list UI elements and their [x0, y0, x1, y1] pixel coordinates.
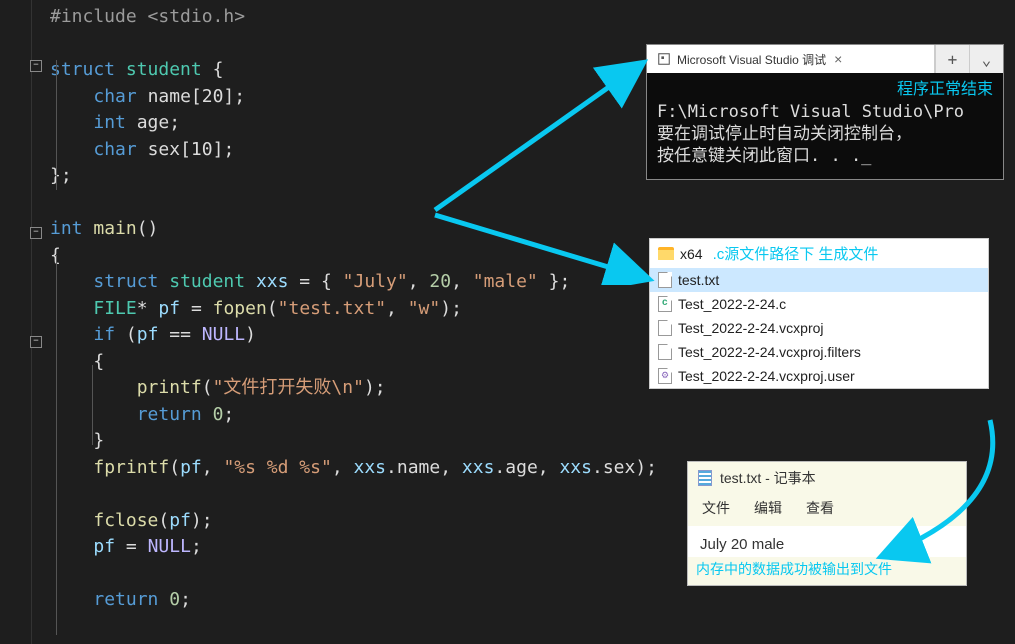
- console-tab[interactable]: Microsoft Visual Studio 调试 ×: [647, 45, 935, 73]
- file-row[interactable]: Test_2022-2-24.vcxproj.user: [650, 364, 988, 388]
- folder-name: x64: [680, 246, 703, 262]
- notepad-menubar: 文件 编辑 查看: [688, 494, 966, 526]
- gutter: [0, 0, 32, 644]
- menu-edit[interactable]: 编辑: [754, 498, 782, 518]
- console-output: 程序正常结束 F:\Microsoft Visual Studio\Pro 要在…: [647, 73, 1003, 179]
- menu-view[interactable]: 查看: [806, 498, 834, 518]
- file-icon: [658, 320, 672, 336]
- fold-icon[interactable]: −: [30, 227, 42, 239]
- file-row[interactable]: test.txt: [650, 268, 988, 292]
- file-icon: [658, 272, 672, 288]
- file-name: Test_2022-2-24.vcxproj.user: [678, 368, 855, 384]
- file-explorer: x64 .c源文件路径下 生成文件 test.txt Test_2022-2-2…: [649, 238, 989, 389]
- file-row[interactable]: Test_2022-2-24.vcxproj: [650, 316, 988, 340]
- folder-icon: [658, 247, 674, 260]
- notepad-titlebar: test.txt - 记事本: [688, 462, 966, 494]
- console-tabstrip: Microsoft Visual Studio 调试 × + ⌄: [647, 45, 1003, 73]
- status-text: 程序正常结束: [657, 79, 993, 101]
- file-icon: [658, 344, 672, 360]
- file-name: Test_2022-2-24.vcxproj: [678, 320, 824, 336]
- file-row[interactable]: Test_2022-2-24.vcxproj.filters: [650, 340, 988, 364]
- notepad-window: test.txt - 记事本 文件 编辑 查看 July 20 male 内存中…: [687, 461, 967, 586]
- annotation: 内存中的数据成功被输出到文件: [688, 557, 966, 585]
- fold-icon[interactable]: −: [30, 336, 42, 348]
- folder-row[interactable]: x64 .c源文件路径下 生成文件: [650, 239, 988, 268]
- file-name: test.txt: [678, 272, 719, 288]
- console-window: Microsoft Visual Studio 调试 × + ⌄ 程序正常结束 …: [646, 44, 1004, 180]
- tab-menu-button[interactable]: ⌄: [969, 45, 1003, 73]
- console-line: F:\Microsoft Visual Studio\Pro: [657, 101, 993, 123]
- vs-icon: [657, 52, 671, 66]
- close-icon[interactable]: ×: [834, 51, 842, 67]
- notepad-title-text: test.txt - 记事本: [720, 468, 816, 488]
- annotation: .c源文件路径下 生成文件: [713, 243, 879, 264]
- file-name: Test_2022-2-24.c: [678, 296, 786, 312]
- notepad-content[interactable]: July 20 male: [688, 526, 966, 557]
- c-file-icon: [658, 296, 672, 312]
- menu-file[interactable]: 文件: [702, 498, 730, 518]
- preproc: #include <stdio.h>: [50, 6, 245, 27]
- new-tab-button[interactable]: +: [935, 45, 969, 73]
- file-name: Test_2022-2-24.vcxproj.filters: [678, 344, 861, 360]
- console-tab-title: Microsoft Visual Studio 调试: [677, 51, 826, 68]
- fold-icon[interactable]: −: [30, 60, 42, 72]
- file-row[interactable]: Test_2022-2-24.c: [650, 292, 988, 316]
- console-line: 要在调试停止时自动关闭控制台，: [657, 123, 993, 145]
- file-icon: [658, 368, 672, 384]
- console-line: 按任意键关闭此窗口. . ._: [657, 145, 993, 167]
- notepad-icon: [698, 470, 712, 486]
